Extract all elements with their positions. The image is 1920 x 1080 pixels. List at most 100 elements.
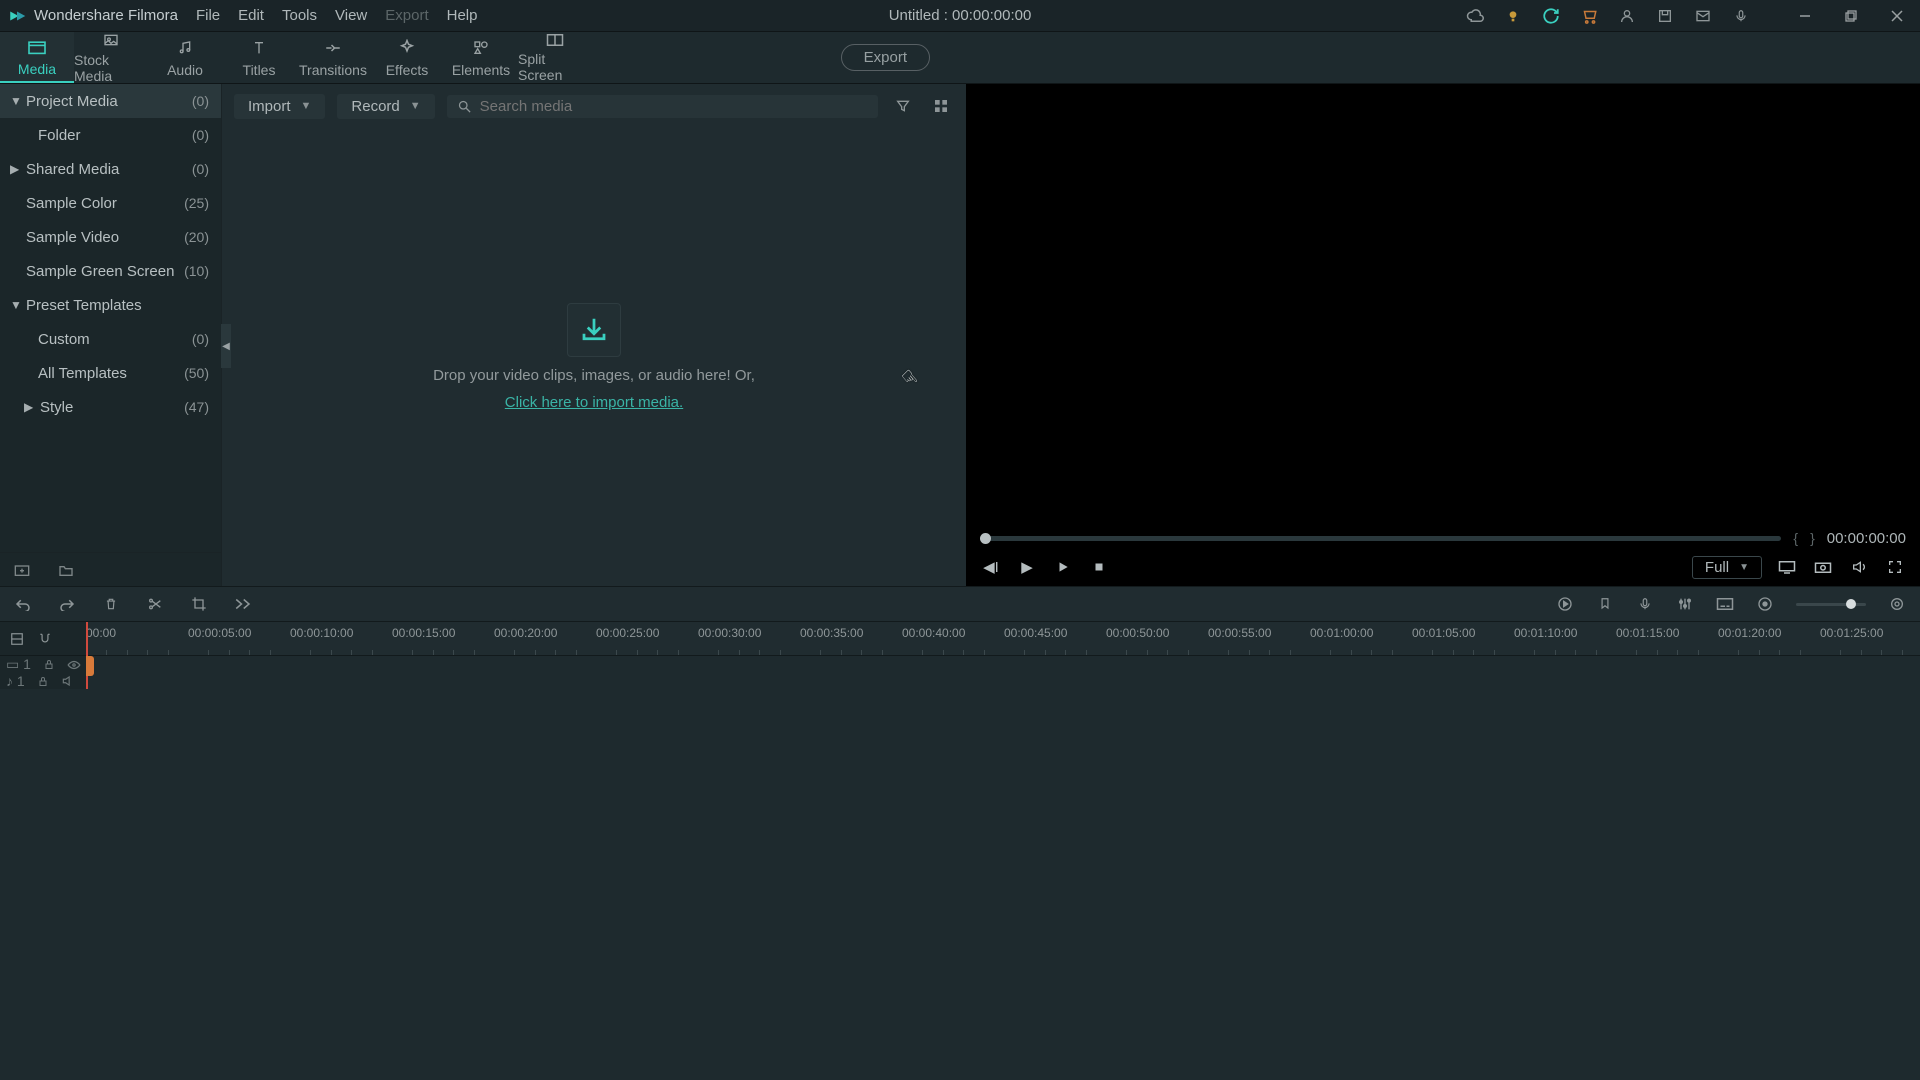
close-button[interactable] [1880,3,1914,29]
render-button[interactable] [1556,596,1574,612]
volume-icon[interactable] [1848,559,1870,575]
sidebar-item-all-templates[interactable]: All Templates(50) [0,356,221,390]
export-button[interactable]: Export [841,44,930,71]
video-track-header[interactable]: ▭ 1 [0,656,86,673]
seek-bar[interactable] [980,536,1781,541]
user-icon[interactable] [1614,3,1640,29]
timeline-track-headers: ▭ 1 ♪ 1 [0,622,86,689]
display-icon[interactable] [1776,560,1798,574]
crop-button[interactable] [190,596,208,612]
import-icon[interactable] [567,303,621,357]
search-field[interactable] [447,95,878,118]
magnet-icon[interactable] [38,632,52,646]
sidebar-item-style[interactable]: ▶Style(47) [0,390,221,424]
sidebar-item-sample-green-screen[interactable]: Sample Green Screen(10) [0,254,221,288]
tab-elements[interactable]: Elements [444,32,518,83]
sidebar-item-sample-video[interactable]: Sample Video(20) [0,220,221,254]
ruler-tick: 00:00:30:00 [698,626,761,640]
audio-track-header[interactable]: ♪ 1 [0,673,86,689]
subtitle-button[interactable] [1716,597,1734,611]
cart-icon[interactable] [1576,3,1602,29]
audio-mixer-button[interactable] [1676,596,1694,612]
track-settings-icon[interactable] [10,632,24,646]
tab-media[interactable]: Media [0,32,74,83]
tab-label: Titles [243,62,276,78]
playhead[interactable] [86,622,88,689]
snapshot-icon[interactable] [1812,560,1834,574]
tab-split-screen[interactable]: Split Screen [518,32,592,83]
marker-button[interactable] [1596,596,1614,612]
refresh-icon[interactable] [1538,3,1564,29]
idea-icon[interactable] [1500,3,1526,29]
grid-view-icon[interactable] [928,93,954,119]
sidebar-item-preset-templates[interactable]: ▼Preset Templates [0,288,221,322]
sidebar-item-sample-color[interactable]: Sample Color(25) [0,186,221,220]
new-bin-icon[interactable] [14,563,32,577]
video-track-icon: ▭ 1 [6,656,31,673]
tab-effects[interactable]: Effects [370,32,444,83]
split-button[interactable] [146,596,164,612]
filter-icon[interactable] [890,93,916,119]
record-toggle-button[interactable] [1756,596,1774,612]
prev-frame-button[interactable]: ◀I [980,558,1002,576]
seek-knob[interactable] [980,533,991,544]
mark-in-button[interactable]: { [1793,530,1798,546]
lock-icon[interactable] [37,675,49,688]
record-dropdown[interactable]: Record▼ [337,94,434,119]
mark-out-button[interactable]: } [1810,530,1815,546]
timeline-tracks[interactable]: 00:0000:00:05:0000:00:10:0000:00:15:0000… [86,622,1920,689]
seek-row: { } 00:00:00:00 [966,528,1920,548]
sidebar-item-project-media[interactable]: ▼Project Media(0) [0,84,221,118]
undo-button[interactable] [14,597,32,611]
menu-tools[interactable]: Tools [282,7,317,24]
preview-screen[interactable] [966,84,1920,528]
title-bar: Wondershare Filmora File Edit Tools View… [0,0,1920,32]
collapse-sidebar-handle[interactable]: ◀ [221,324,231,368]
import-media-link[interactable]: Click here to import media. [505,394,683,411]
top-tabs: Media Stock Media Audio Titles Transitio… [0,32,1920,84]
tab-titles[interactable]: Titles [222,32,296,83]
audio-icon [175,38,195,58]
tab-transitions[interactable]: Transitions [296,32,370,83]
mic-icon[interactable] [1728,3,1754,29]
ruler-tick: 00:00:45:00 [1004,626,1067,640]
mail-icon[interactable] [1690,3,1716,29]
new-folder-icon[interactable] [58,563,76,577]
stop-button[interactable] [1088,561,1110,573]
tab-audio[interactable]: Audio [148,32,222,83]
delete-button[interactable] [102,596,120,612]
menu-view[interactable]: View [335,7,367,24]
play-backward-button[interactable]: ▶ [1016,558,1038,576]
minimize-button[interactable] [1788,3,1822,29]
fullscreen-icon[interactable] [1884,559,1906,575]
play-button[interactable] [1052,560,1074,574]
quality-dropdown[interactable]: Full▼ [1692,556,1762,579]
ruler-tick: 00:01:20:00 [1718,626,1781,640]
menu-bar: File Edit Tools View Export Help [196,7,478,24]
zoom-slider[interactable] [1796,603,1866,606]
sidebar-item-custom[interactable]: Custom(0) [0,322,221,356]
menu-edit[interactable]: Edit [238,7,264,24]
speed-button[interactable] [234,597,252,611]
mute-icon[interactable] [61,675,75,687]
save-icon[interactable] [1652,3,1678,29]
media-dropzone[interactable]: Drop your video clips, images, or audio … [222,128,966,586]
tab-stock-media[interactable]: Stock Media [74,32,148,83]
sidebar-item-shared-media[interactable]: ▶Shared Media(0) [0,152,221,186]
search-input[interactable] [480,98,868,115]
cloud-icon[interactable] [1462,3,1488,29]
maximize-button[interactable] [1834,3,1868,29]
voiceover-button[interactable] [1636,596,1654,612]
sidebar-item-folder[interactable]: Folder(0) [0,118,221,152]
menu-help[interactable]: Help [447,7,478,24]
tab-label: Audio [167,62,203,78]
import-dropdown[interactable]: Import▼ [234,94,325,119]
lock-icon[interactable] [43,658,55,671]
playhead-grip[interactable] [86,656,94,676]
visibility-icon[interactable] [67,660,81,670]
redo-button[interactable] [58,597,76,611]
menu-file[interactable]: File [196,7,220,24]
timeline-ruler[interactable]: 00:0000:00:05:0000:00:10:0000:00:15:0000… [86,622,1920,656]
zoom-fit-button[interactable] [1888,596,1906,612]
zoom-knob[interactable] [1846,599,1856,609]
